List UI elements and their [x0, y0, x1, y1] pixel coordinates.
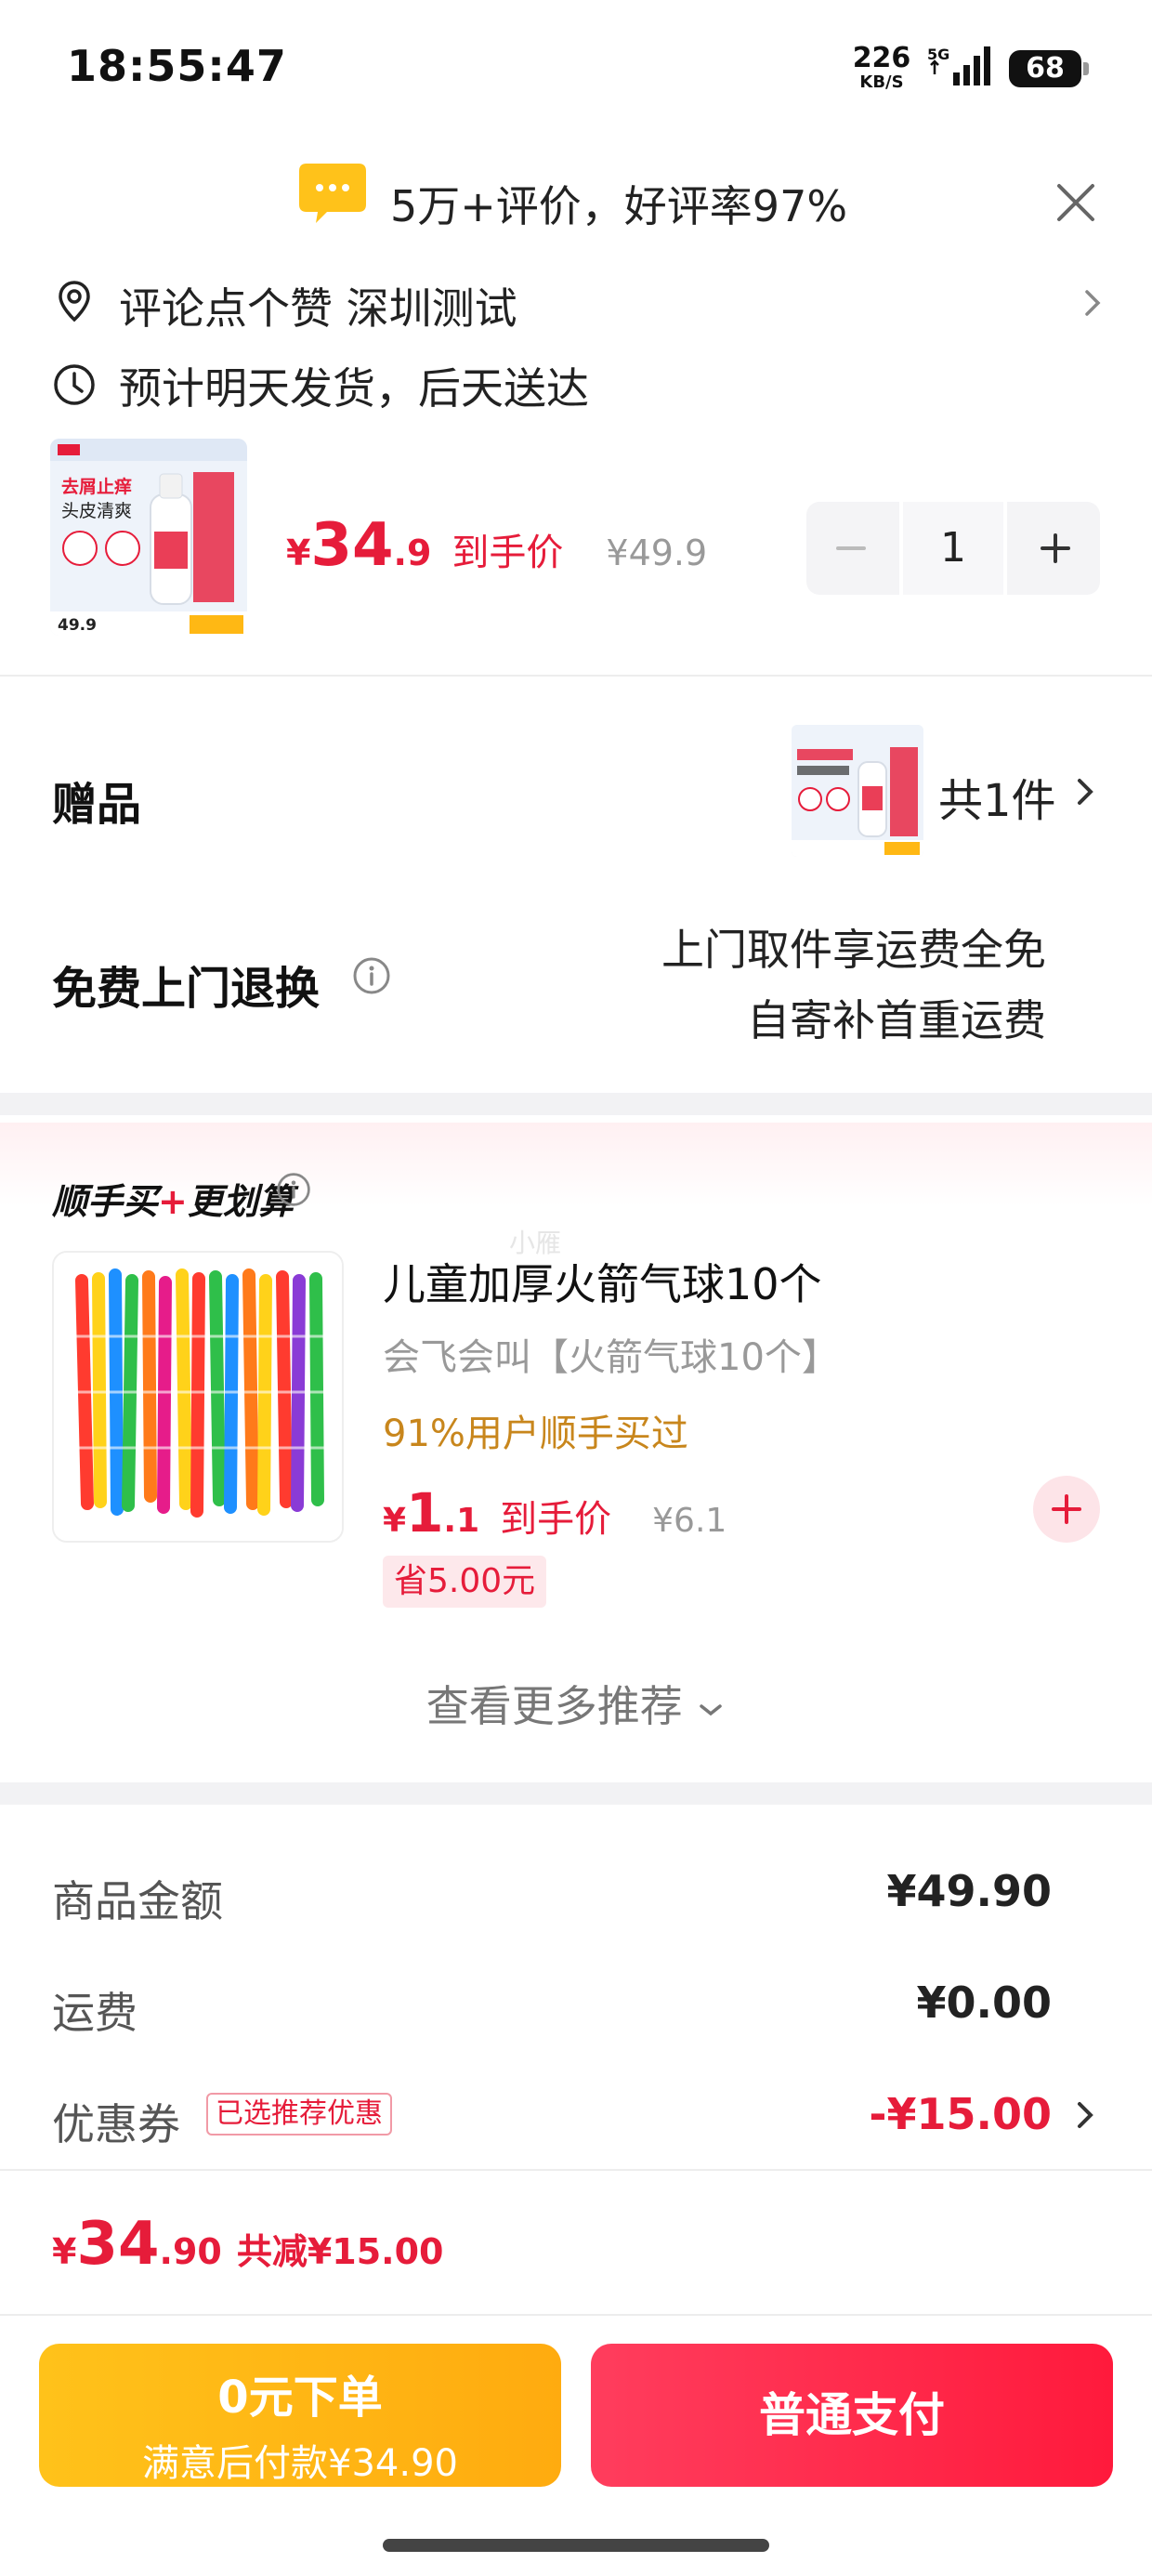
coupon-badge: 已选推荐优惠: [206, 2093, 392, 2136]
gift-label: 赠品: [52, 779, 142, 831]
recommend-item-name[interactable]: 儿童加厚火箭气球10个: [383, 1251, 822, 1312]
info-icon[interactable]: [275, 1171, 312, 1208]
price-decimal: .9: [393, 532, 432, 573]
zero-order-subtitle: 满意后付款¥34.90: [142, 2442, 458, 2485]
goods-amount-label: 商品金额: [52, 1876, 223, 1926]
coupon-label: 优惠券: [52, 2099, 180, 2149]
home-indicator[interactable]: [383, 2539, 769, 2552]
recommend-item-price: ¥ 1 .1 到手价 ¥6.1: [383, 1481, 727, 1544]
normal-pay-button[interactable]: 普通支付: [591, 2344, 1113, 2487]
network-speed: 226 KB/S: [849, 45, 914, 91]
recommend-title: 顺手买+更划算: [52, 1173, 294, 1224]
clock-icon: [54, 364, 95, 405]
recommend-item-subtitle: 会飞会叫【火箭气球10个】: [383, 1336, 839, 1379]
add-to-order-button[interactable]: [1033, 1476, 1100, 1543]
divider: [0, 675, 1152, 677]
shipping-value: ¥0.00: [916, 1978, 1052, 2028]
price-tag: 到手价: [500, 1498, 612, 1541]
zero-yuan-order-button[interactable]: 0元下单 满意后付款¥34.90: [39, 2344, 561, 2487]
total-currency: ¥: [52, 2231, 77, 2272]
thumb-price: 49.9: [58, 616, 97, 635]
total-integer: 34: [76, 2210, 160, 2279]
product-thumbnail[interactable]: 去屑止痒 头皮清爽 49.9: [50, 439, 247, 636]
shampoo-bottle-image: 去屑止痒 头皮清爽 49.9: [50, 439, 247, 636]
network-speed-unit: KB/S: [859, 72, 904, 92]
price-integer: 1: [406, 1481, 444, 1544]
see-more-recommendations[interactable]: 查看更多推荐: [0, 1673, 1152, 1734]
price-integer: 34: [310, 511, 394, 580]
total-price: ¥ 34 .90 共减¥15.00: [52, 2210, 443, 2279]
network-type: 5G: [927, 46, 949, 63]
signal-icon: 5G: [927, 46, 990, 85]
chevron-down-icon: [700, 1703, 723, 1715]
recommend-item-thumbnail[interactable]: [52, 1251, 344, 1543]
location-pin-icon: [59, 281, 90, 322]
original-price: ¥49.9: [606, 532, 708, 573]
price-tag: 到手价: [452, 532, 564, 574]
divider: [0, 2169, 1152, 2171]
section-divider: [0, 1093, 1152, 1115]
chevron-right-icon[interactable]: [1070, 773, 1100, 810]
minus-icon[interactable]: [806, 502, 896, 595]
original-price: ¥6.1: [652, 1502, 727, 1540]
gift-count[interactable]: 共1件: [938, 764, 1056, 829]
price-decimal: .1: [443, 1502, 480, 1540]
quantity-stepper[interactable]: 1: [806, 502, 1100, 595]
info-icon[interactable]: [351, 955, 392, 996]
rating-banner-text: 5万+评价，好评率97%: [390, 181, 848, 231]
close-icon[interactable]: [1048, 175, 1104, 230]
battery-indicator: 68: [1009, 50, 1089, 87]
address-line[interactable]: 评论点个赞 深圳测试: [119, 275, 517, 336]
recommend-item-users: 91%用户顺手买过: [383, 1413, 688, 1455]
chevron-right-icon[interactable]: [1078, 284, 1107, 322]
divider: [0, 2314, 1152, 2316]
rocket-balloons-image: [54, 1253, 342, 1541]
savings-badge: 省5.00元: [383, 1556, 547, 1608]
price-currency: ¥: [383, 1502, 407, 1540]
product-price: ¥ 34 .9 到手价 ¥49.9: [286, 511, 707, 580]
quantity-value[interactable]: 1: [899, 502, 1007, 595]
gift-shampoo-image: [792, 725, 923, 857]
see-more-label: 查看更多推荐: [425, 1681, 683, 1731]
gift-thumbnail[interactable]: [792, 725, 923, 857]
coupon-value[interactable]: -¥15.00: [869, 2089, 1052, 2139]
total-decimal: .90: [159, 2231, 222, 2272]
chevron-right-icon[interactable]: [1070, 2096, 1100, 2134]
plus-mark: +: [158, 1181, 188, 1222]
zero-order-title: 0元下单: [217, 2372, 383, 2424]
section-divider: [0, 1782, 1152, 1805]
chat-bubble-icon: [299, 164, 366, 223]
delivery-estimate: 预计明天发货，后天送达: [119, 363, 589, 414]
total-reduction: 共减¥15.00: [236, 2231, 444, 2272]
thumb-subtitle: 头皮清爽: [61, 501, 132, 521]
thumb-title: 去屑止痒: [61, 476, 132, 497]
price-currency: ¥: [286, 532, 311, 573]
shipping-label: 运费: [52, 1988, 137, 2038]
network-speed-value: 226: [852, 42, 911, 74]
free-return-label: 免费上门退换: [52, 963, 321, 1015]
plus-icon[interactable]: [1011, 502, 1100, 595]
status-time: 18:55:47: [67, 41, 287, 91]
return-line-1: 上门取件享运费全免: [661, 925, 1046, 975]
return-line-2: 自寄补首重运费: [747, 995, 1046, 1045]
goods-amount-value: ¥49.90: [886, 1866, 1052, 1916]
recommend-title-a: 顺手买: [52, 1181, 159, 1222]
